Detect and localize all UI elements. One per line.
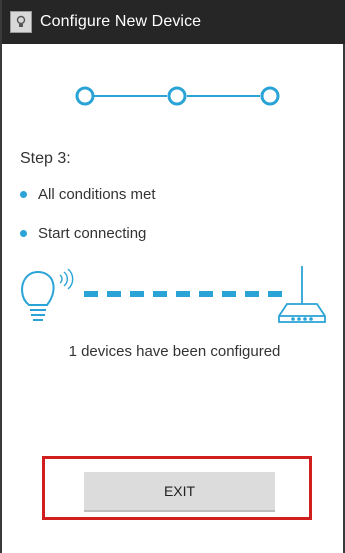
condition-text: Start connecting (38, 225, 147, 242)
step-node-3 (260, 86, 280, 106)
router-icon (278, 266, 326, 323)
configured-status: 1 devices have been configured (68, 343, 281, 360)
connection-graphic (21, 266, 326, 323)
exit-button[interactable]: EXIT (84, 472, 275, 512)
step-label: Step 3: (20, 150, 71, 167)
step-node-1 (75, 86, 95, 106)
bullet-icon (20, 230, 27, 237)
condition-text: All conditions met (38, 186, 156, 203)
dashed-link (84, 291, 282, 297)
lightbulb-icon (21, 268, 74, 321)
condition-item: Start connecting (20, 225, 146, 242)
app-icon (10, 11, 32, 33)
title-bar: Configure New Device (2, 0, 345, 44)
condition-item: All conditions met (20, 186, 156, 203)
step-node-2 (167, 86, 187, 106)
window-title: Configure New Device (40, 13, 202, 30)
app-window: Configure New Device Step 3: All conditi… (0, 0, 345, 553)
step-progress-indicator (75, 86, 280, 106)
bullet-icon (20, 191, 27, 198)
